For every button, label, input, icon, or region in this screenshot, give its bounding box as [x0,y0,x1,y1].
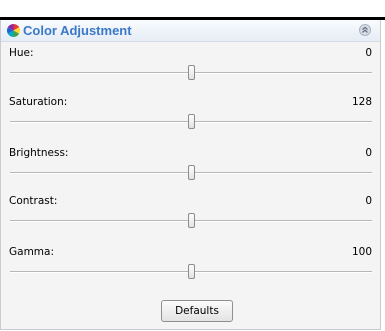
contrast-row: Contrast: 0 [1,195,380,240]
defaults-button[interactable]: Defaults [161,300,233,322]
saturation-slider-thumb[interactable] [188,114,195,129]
color-adjustment-panel: Color Adjustment Hue: 0 Saturation: 128 … [0,20,381,330]
brightness-label: Brightness: [9,147,69,159]
contrast-value: 0 [365,195,372,207]
collapse-button[interactable] [359,24,371,36]
brightness-slider-thumb[interactable] [188,165,195,180]
saturation-value: 128 [351,96,372,108]
gamma-label: Gamma: [9,246,54,258]
panel-header[interactable]: Color Adjustment [1,20,380,42]
brightness-row: Brightness: 0 [1,147,380,192]
saturation-row: Saturation: 128 [1,96,380,141]
chevron-up-icon [362,26,368,33]
gamma-slider-thumb[interactable] [188,264,195,279]
contrast-slider-thumb[interactable] [188,213,195,228]
saturation-label: Saturation: [9,96,68,108]
window-top-border [0,0,385,20]
panel-title: Color Adjustment [23,23,132,38]
color-wheel-icon [7,24,20,37]
hue-value: 0 [365,47,372,59]
brightness-value: 0 [365,147,372,159]
contrast-label: Contrast: [9,195,58,207]
gamma-row: Gamma: 100 [1,246,380,291]
hue-slider-thumb[interactable] [188,65,195,80]
hue-label: Hue: [9,47,34,59]
hue-row: Hue: 0 [1,47,380,92]
gamma-value: 100 [351,246,372,258]
